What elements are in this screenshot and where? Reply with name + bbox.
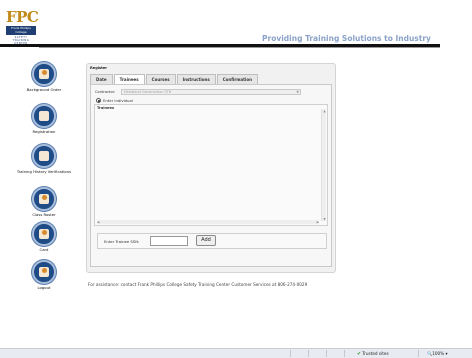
sidebar-item-logout[interactable]: Logout [0, 260, 88, 291]
browser-status-bar: ✔Trusted sites 🔍100% ▾ [0, 348, 472, 358]
sidebar-item-background-order[interactable]: Background Order [0, 62, 88, 93]
enter-individual-label: Enter individual [103, 98, 133, 103]
logout-icon [32, 260, 56, 284]
tab-date[interactable]: Date [90, 74, 113, 84]
checkmark-icon: ✔ [357, 351, 362, 357]
enter-trainee-row: Enter Trainee SSN: Add [97, 233, 327, 249]
person-icon [32, 62, 56, 86]
add-button[interactable]: Add [196, 235, 216, 246]
sidebar-item-label: Registration [32, 129, 56, 134]
sidebar-item-class-roster[interactable]: Class Roster [0, 187, 88, 218]
sidebar-item-label: Logout [37, 285, 51, 290]
envelope-icon [32, 104, 56, 128]
enter-individual-radio[interactable] [96, 98, 101, 103]
header-tagline: Providing Training Solutions to Industry [262, 34, 431, 43]
horizontal-scrollbar[interactable]: ◀ ▶ [97, 220, 319, 224]
trainees-tab-content: Contractor: Heartland Construction STB ▼… [90, 84, 332, 267]
status-divider [344, 350, 345, 357]
tab-courses[interactable]: Courses [145, 74, 176, 84]
security-zone[interactable]: ✔Trusted sites [357, 350, 389, 358]
sidebar-item-label: Training History Verifications [16, 169, 72, 174]
sidebar-item-training-history[interactable]: Training History Verifications [0, 144, 88, 175]
logo-name-box: Frank Phillips College [6, 26, 36, 36]
roster-icon [32, 187, 56, 211]
logo-letters: FPC [6, 8, 39, 26]
sidebar-item-registration[interactable]: Registration [0, 104, 88, 135]
contractor-label: Contractor: [95, 90, 116, 94]
sidebar-item-label: Card [39, 247, 49, 252]
trainees-list: Trainees ▲ ▼ ◀ ▶ [94, 104, 328, 226]
scroll-up-icon[interactable]: ▲ [322, 109, 327, 113]
sidebar-item-label: Class Roster [32, 212, 56, 217]
contractor-select[interactable]: Heartland Construction STB ▼ [121, 89, 301, 95]
chevron-down-icon: ▾ [445, 351, 448, 356]
panel-title: Register [90, 66, 108, 70]
contractor-value: Heartland Construction STB [124, 90, 172, 94]
tab-confirmation[interactable]: Confirmation [216, 74, 258, 84]
document-icon [32, 144, 56, 168]
enter-trainee-ssn-label: Enter Trainee SSN: [104, 239, 140, 244]
college-logo: FPC Frank Phillips College SAFETY TRAINI… [6, 8, 39, 48]
trainees-title: Trainees [97, 106, 115, 110]
id-card-icon [32, 222, 56, 246]
assistance-text: For assistance: contact Frank Phillips C… [88, 282, 308, 287]
vertical-scrollbar[interactable]: ▲ ▼ [321, 109, 326, 221]
register-panel: Register Date Trainees Courses Instructi… [86, 63, 336, 273]
status-divider [308, 350, 309, 357]
sidebar-item-label: Background Order [26, 87, 62, 92]
scroll-down-icon[interactable]: ▼ [322, 217, 327, 221]
tab-trainees[interactable]: Trainees [113, 74, 145, 84]
header-divider-thin [39, 47, 440, 48]
status-divider [326, 350, 327, 357]
scroll-left-icon[interactable]: ◀ [97, 220, 99, 224]
scroll-right-icon[interactable]: ▶ [317, 220, 319, 224]
register-tabs: Date Trainees Courses Instructions Confi… [90, 74, 259, 84]
trainee-ssn-input[interactable] [150, 236, 188, 246]
status-divider [290, 350, 291, 357]
logo-name-line2: College [15, 29, 27, 34]
chevron-down-icon: ▼ [296, 90, 299, 94]
zoom-control[interactable]: 🔍100% ▾ [427, 350, 448, 357]
security-zone-label: Trusted sites [362, 351, 389, 356]
status-divider [418, 350, 419, 357]
sidebar-item-card[interactable]: Card [0, 222, 88, 253]
tab-instructions[interactable]: Instructions [176, 74, 216, 84]
zoom-level: 100% [432, 351, 445, 356]
